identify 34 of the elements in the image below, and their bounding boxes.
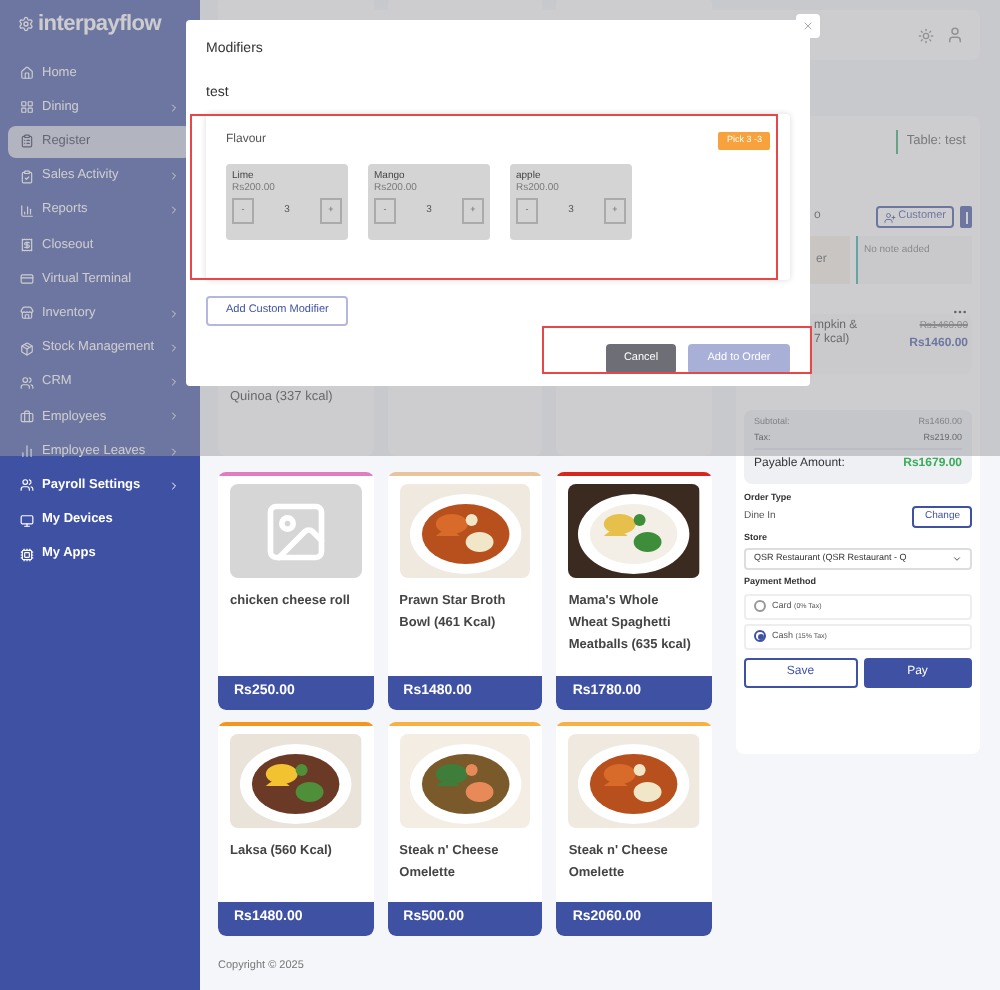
menu-icon bbox=[20, 169, 34, 184]
logo: interpayflow bbox=[38, 9, 161, 40]
chevron-icon bbox=[952, 554, 962, 564]
radio-button[interactable] bbox=[754, 600, 766, 613]
menu-icon bbox=[20, 66, 34, 81]
menu-icon bbox=[20, 409, 34, 424]
menu-icon bbox=[20, 272, 34, 287]
chevron-icon bbox=[168, 170, 180, 183]
menu-icon bbox=[20, 341, 34, 356]
menu-icon bbox=[20, 375, 34, 390]
menu-icon bbox=[20, 203, 34, 218]
add-user-icon bbox=[884, 211, 897, 223]
close-icon bbox=[802, 20, 814, 32]
chevron-icon bbox=[168, 376, 180, 389]
user-avatar-icon[interactable] bbox=[946, 26, 964, 44]
sun-icon[interactable] bbox=[918, 27, 934, 43]
logo-icon bbox=[18, 16, 34, 32]
chevron-icon bbox=[168, 445, 180, 458]
info-button[interactable] bbox=[960, 206, 972, 228]
menu-icon bbox=[20, 513, 34, 528]
radio-button[interactable] bbox=[754, 630, 766, 643]
chevron-icon bbox=[168, 101, 180, 114]
menu-icon bbox=[20, 478, 34, 493]
menu-icon bbox=[20, 238, 34, 253]
chevron-icon bbox=[168, 342, 180, 355]
menu-icon bbox=[20, 444, 34, 459]
chevron-icon bbox=[168, 204, 180, 217]
chevron-icon bbox=[168, 479, 180, 492]
chevron-icon bbox=[168, 410, 180, 423]
menu-icon bbox=[20, 100, 34, 115]
menu-icon bbox=[20, 547, 34, 562]
chevron-icon bbox=[168, 307, 180, 320]
menu-icon bbox=[20, 134, 34, 149]
menu-icon bbox=[20, 306, 34, 321]
